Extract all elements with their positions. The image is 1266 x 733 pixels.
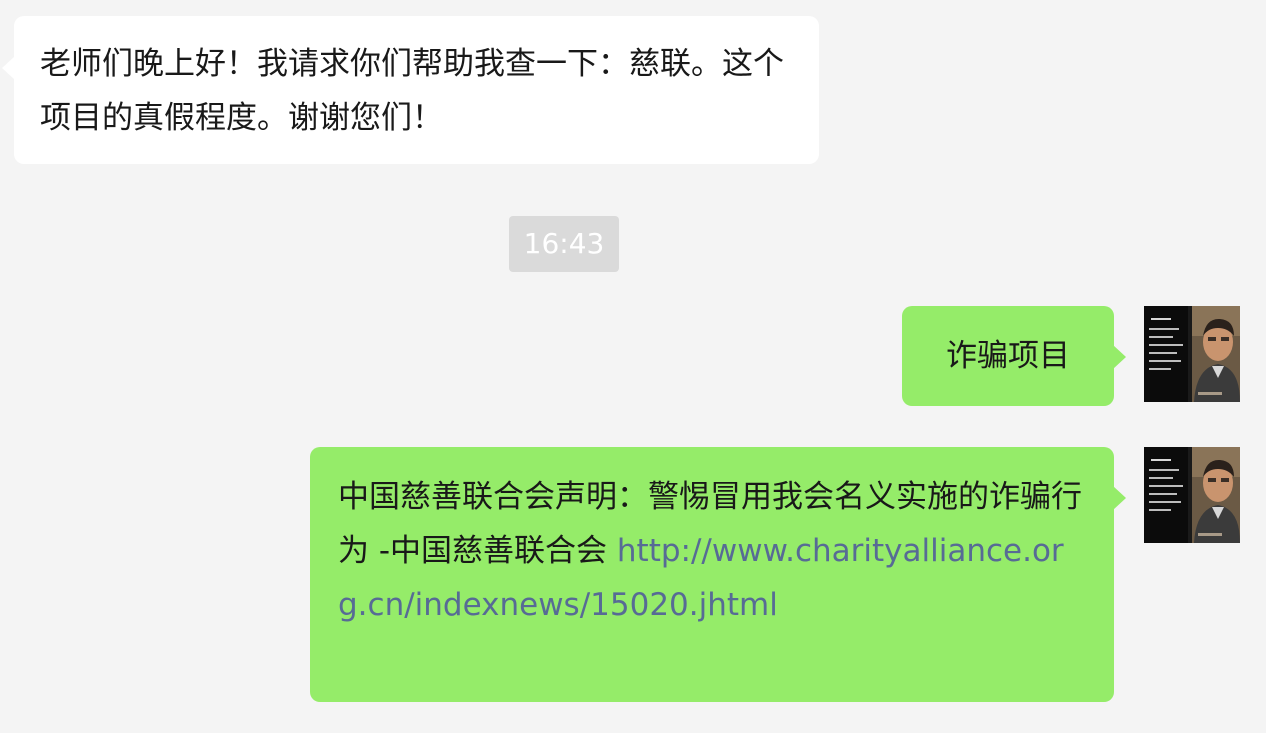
avatar-photo-icon: [1144, 306, 1240, 402]
chat-window: 老师们晚上好！我请求你们帮助我查一下：慈联。这个项目的真假程度。谢谢您们！ 16…: [0, 0, 1266, 733]
outgoing-link-message-bubble[interactable]: 中国慈善联合会声明：警惕冒用我会名义实施的诈骗行为 -中国慈善联合会 http:…: [310, 447, 1126, 702]
incoming-message-bubble[interactable]: 老师们晚上好！我请求你们帮助我查一下：慈联。这个项目的真假程度。谢谢您们！: [2, 16, 819, 164]
user-avatar[interactable]: [1144, 447, 1240, 543]
outgoing-message-bubble[interactable]: 诈骗项目: [902, 306, 1126, 406]
user-avatar[interactable]: [1144, 306, 1240, 402]
message-timestamp: 16:43: [509, 216, 619, 272]
outgoing-message-text: 诈骗项目: [946, 338, 1070, 374]
incoming-message-text: 老师们晚上好！我请求你们帮助我查一下：慈联。这个项目的真假程度。谢谢您们！: [40, 46, 784, 136]
avatar-photo-icon: [1144, 447, 1240, 543]
